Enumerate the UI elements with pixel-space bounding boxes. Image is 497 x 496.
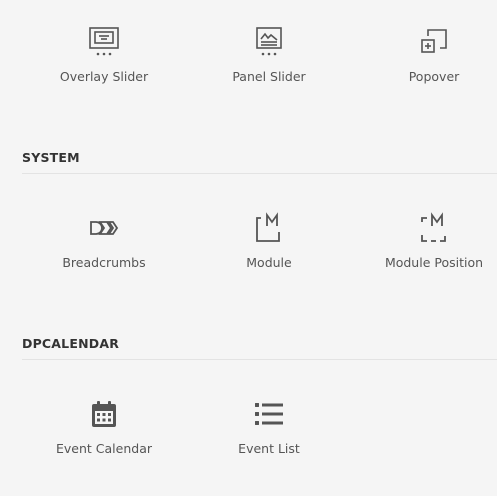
element-label: Popover — [408, 69, 460, 84]
calendar-icon — [86, 396, 122, 432]
element-module-position[interactable]: Module Position — [352, 210, 497, 290]
element-label: Module — [246, 255, 292, 270]
element-label: Module Position — [384, 255, 484, 270]
module-position-icon — [416, 210, 452, 246]
element-label: Event List — [238, 441, 300, 456]
popover-icon — [416, 24, 452, 60]
element-popover[interactable]: Popover — [352, 24, 497, 104]
list-icon — [251, 396, 287, 432]
module-icon — [251, 210, 287, 246]
element-module[interactable]: Module — [187, 210, 351, 290]
element-breadcrumbs[interactable]: Breadcrumbs — [22, 210, 186, 290]
overlay-slider-icon — [86, 24, 122, 60]
element-overlay-slider[interactable]: Overlay Slider — [22, 24, 186, 104]
section-divider — [22, 173, 497, 174]
element-label: Panel Slider — [232, 69, 306, 84]
panel-slider-icon — [251, 24, 287, 60]
section-title-system: SYSTEM — [22, 150, 80, 165]
system-row: Breadcrumbs Module Module Position — [22, 210, 497, 300]
element-panel-slider[interactable]: Panel Slider — [187, 24, 351, 104]
element-label: Event Calendar — [56, 441, 152, 456]
top-row: Overlay Slider Panel Slider Popover — [22, 24, 497, 114]
element-event-list[interactable]: Event List — [187, 396, 351, 476]
element-label: Overlay Slider — [59, 69, 149, 84]
dpcalendar-row: Event Calendar Event List — [22, 396, 497, 486]
element-library: Overlay Slider Panel Slider Popover SYST… — [0, 0, 497, 496]
section-divider — [22, 359, 497, 360]
breadcrumbs-icon — [86, 210, 122, 246]
element-label: Breadcrumbs — [62, 255, 146, 270]
element-event-calendar[interactable]: Event Calendar — [22, 396, 186, 476]
section-title-dpcalendar: DPCALENDAR — [22, 336, 120, 351]
